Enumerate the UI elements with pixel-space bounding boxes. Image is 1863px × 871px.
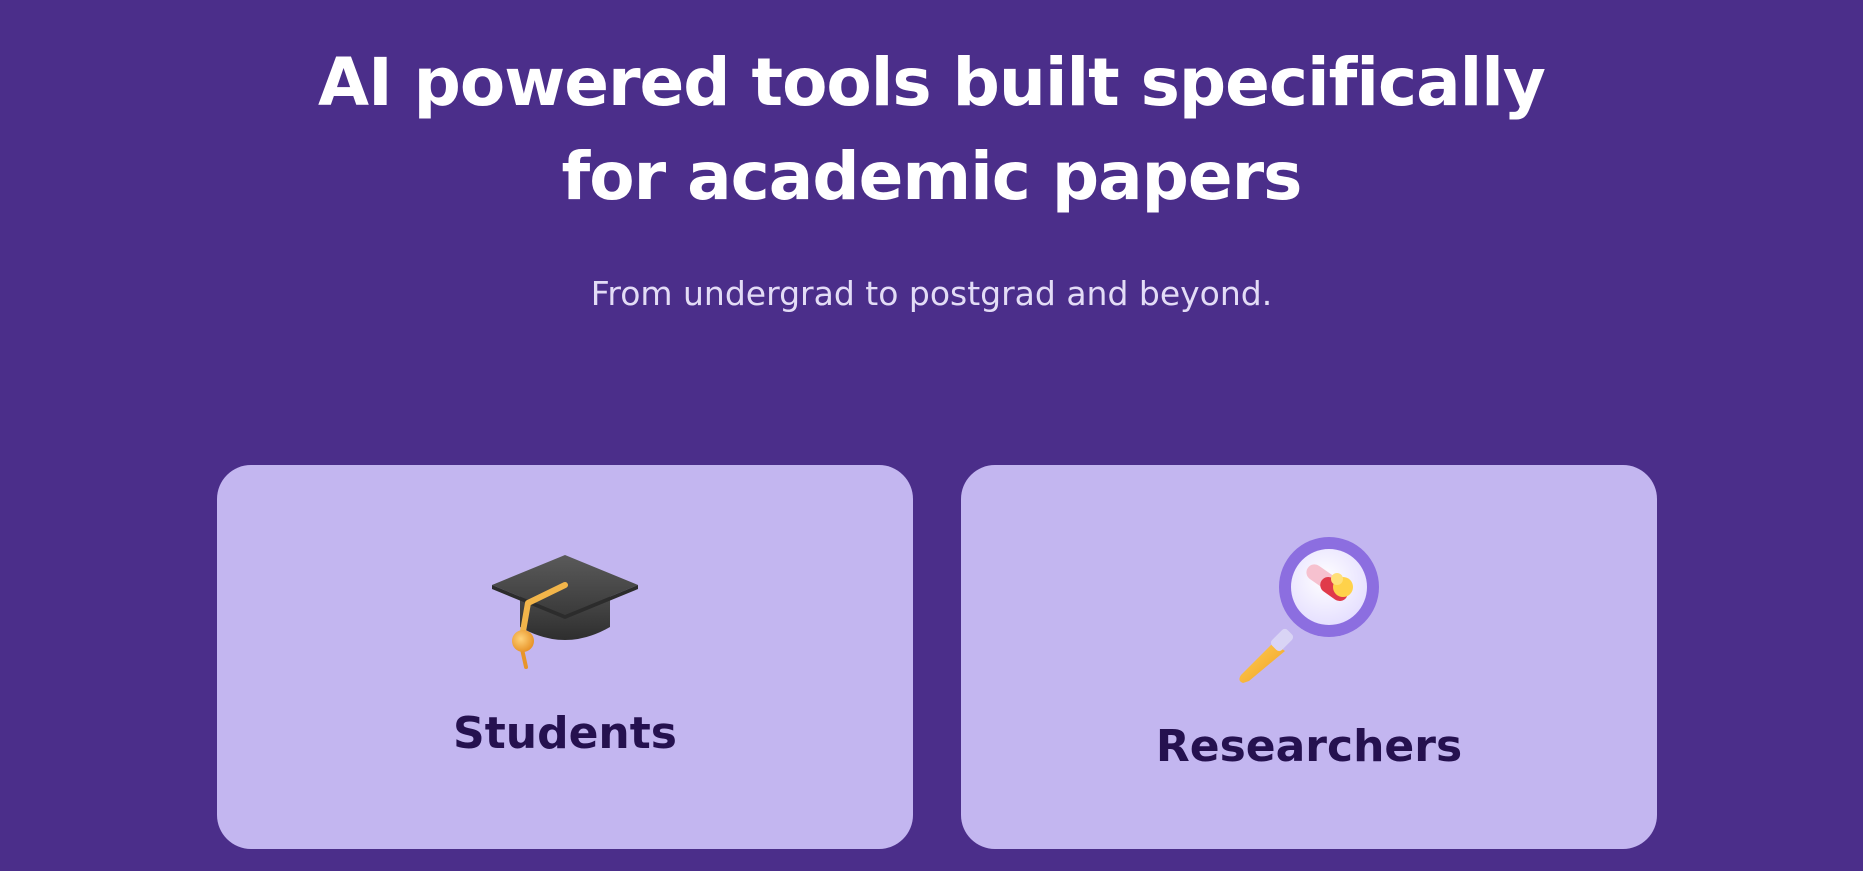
magnifying-glass-icon [1233,535,1385,685]
hero-title-line-1: AI powered tools built specifically [318,44,1546,121]
students-card-label: Students [453,708,677,759]
researchers-card[interactable]: Researchers [961,465,1657,849]
students-card[interactable]: Students [217,465,913,849]
graduation-cap-icon [490,545,640,670]
page: AI powered tools built specifically for … [0,0,1863,871]
hero-subtitle: From undergrad to postgrad and beyond. [590,274,1273,313]
hero-title: AI powered tools built specifically for … [0,36,1863,224]
hero-title-line-2: for academic papers [561,138,1303,215]
researchers-card-label: Researchers [1155,721,1463,772]
